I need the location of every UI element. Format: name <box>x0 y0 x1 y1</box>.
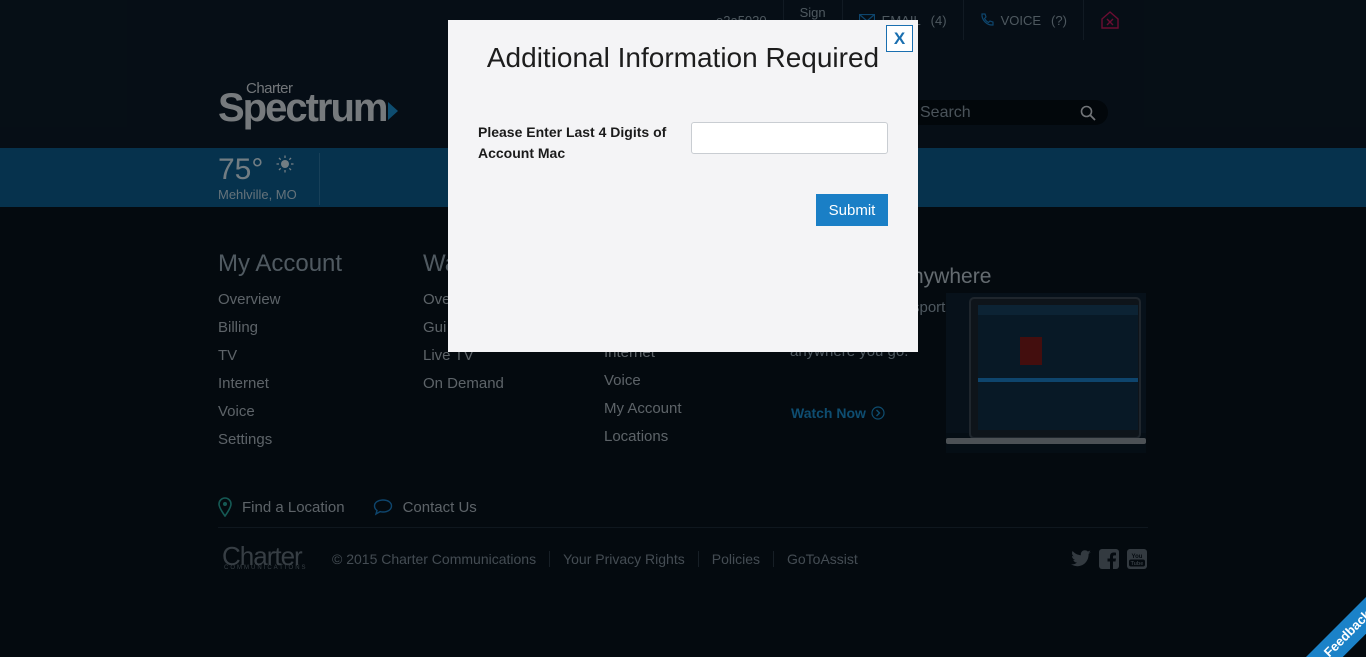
mac-digits-input[interactable] <box>691 122 888 154</box>
submit-button[interactable]: Submit <box>816 194 888 226</box>
modal-title: Additional Information Required <box>486 42 880 73</box>
feedback-tab[interactable]: Feedback <box>1296 582 1366 657</box>
close-button[interactable]: X <box>886 25 913 52</box>
additional-info-modal: Additional Information Required X Please… <box>448 20 918 352</box>
mac-digits-label: Please Enter Last 4 Digits of Account Ma… <box>478 124 667 161</box>
feedback-tab-wrapper: Feedback <box>1286 577 1366 657</box>
